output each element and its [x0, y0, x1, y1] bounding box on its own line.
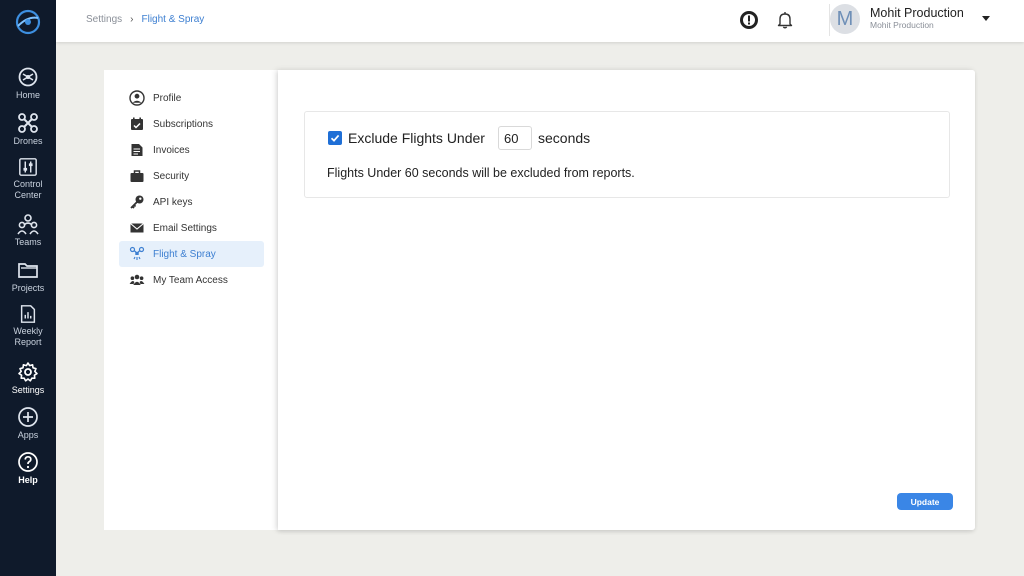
exclude-flights-label: Exclude Flights Under [348, 130, 485, 146]
menu-item-invoices[interactable]: Invoices [119, 137, 264, 163]
menu-item-my-team-access[interactable]: My Team Access [119, 267, 264, 293]
menu-item-api-keys[interactable]: API keys [119, 189, 264, 215]
report-icon [20, 305, 36, 323]
menu-item-label: Subscriptions [153, 118, 214, 130]
rail-item-drones[interactable]: Drones [0, 112, 56, 156]
rail-label: Drones [13, 136, 43, 146]
help-circle-icon [18, 452, 38, 472]
briefcase-icon [130, 170, 144, 182]
rail-item-apps[interactable]: Apps [0, 406, 56, 450]
rail-item-help[interactable]: Help [0, 451, 56, 495]
rail-label: Settings [11, 385, 45, 395]
rail-item-control-center[interactable]: Control Center [0, 157, 56, 201]
breadcrumb-root[interactable]: Settings [86, 14, 122, 25]
user-subtitle: Mohit Production [870, 20, 934, 30]
bell-icon [777, 12, 793, 29]
user-circle-icon [129, 90, 145, 106]
status-button[interactable] [738, 9, 760, 31]
seconds-input[interactable] [498, 126, 532, 150]
exclude-description: Flights Under 60 seconds will be exclude… [327, 166, 635, 180]
app-logo-icon[interactable] [14, 8, 42, 36]
menu-item-profile[interactable]: Profile [119, 85, 264, 111]
rail-label: Control Center [13, 179, 43, 200]
menu-item-security[interactable]: Security [119, 163, 264, 189]
rail-label: Help [18, 475, 38, 485]
drone-spray-icon [129, 246, 145, 260]
rail-label: Teams [14, 237, 42, 247]
rail-item-teams[interactable]: Teams [0, 213, 56, 257]
plus-circle-icon [18, 407, 38, 427]
settings-menu: Profile Subscriptions Invoices Security … [104, 70, 278, 530]
envelope-icon [130, 223, 144, 233]
gear-icon [18, 362, 38, 382]
breadcrumb-current: Flight & Spray [141, 14, 205, 25]
rail-item-projects[interactable]: Projects [0, 259, 56, 303]
menu-item-label: Flight & Spray [153, 248, 216, 260]
menu-item-label: Invoices [153, 144, 190, 156]
menu-item-subscriptions[interactable]: Subscriptions [119, 111, 264, 137]
users-icon [129, 274, 145, 285]
drone-home-icon [18, 67, 38, 87]
notifications-button[interactable] [774, 9, 796, 31]
rail-label: Projects [11, 283, 45, 293]
checkmark-icon [330, 134, 340, 142]
rail-item-home[interactable]: Home [0, 66, 56, 110]
avatar[interactable]: M [830, 4, 860, 34]
seconds-unit-label: seconds [538, 130, 591, 146]
menu-item-flight-spray[interactable]: Flight & Spray [119, 241, 264, 267]
rail-label: Apps [17, 430, 39, 440]
top-bar: Settings › Flight & Spray M Mohit Produc… [56, 0, 1024, 42]
rail-label: Weekly Report [13, 326, 43, 347]
menu-item-email-settings[interactable]: Email Settings [119, 215, 264, 241]
settings-card: Profile Subscriptions Invoices Security … [104, 70, 975, 530]
breadcrumb-separator: › [130, 14, 134, 25]
breadcrumb: Settings › Flight & Spray [86, 14, 204, 25]
control-center-icon [19, 158, 37, 176]
menu-item-label: Email Settings [153, 222, 217, 234]
exclude-flights-box: Exclude Flights Under seconds Flights Un… [304, 111, 950, 198]
invoice-icon [131, 144, 143, 156]
user-name[interactable]: Mohit Production [870, 6, 964, 20]
exclude-flights-checkbox[interactable] [328, 131, 342, 145]
alert-circle-icon [740, 11, 758, 29]
menu-item-label: My Team Access [153, 274, 228, 286]
app-sidebar: Home Drones Control Center Teams Project… [0, 0, 56, 576]
folder-icon [18, 263, 38, 278]
rail-label: Home [15, 90, 40, 100]
rail-item-settings[interactable]: Settings [0, 361, 56, 405]
teams-icon [17, 214, 39, 235]
rail-item-weekly-report[interactable]: Weekly Report [0, 304, 56, 348]
menu-item-label: API keys [153, 196, 193, 208]
key-icon [130, 195, 144, 209]
menu-item-label: Profile [153, 92, 182, 104]
update-button[interactable]: Update [897, 493, 953, 510]
calendar-check-icon [131, 117, 143, 130]
menu-item-label: Security [153, 170, 190, 182]
drone-icon [18, 113, 38, 133]
flight-spray-panel: Exclude Flights Under seconds Flights Un… [278, 70, 975, 530]
user-menu-caret-icon[interactable] [982, 16, 990, 21]
